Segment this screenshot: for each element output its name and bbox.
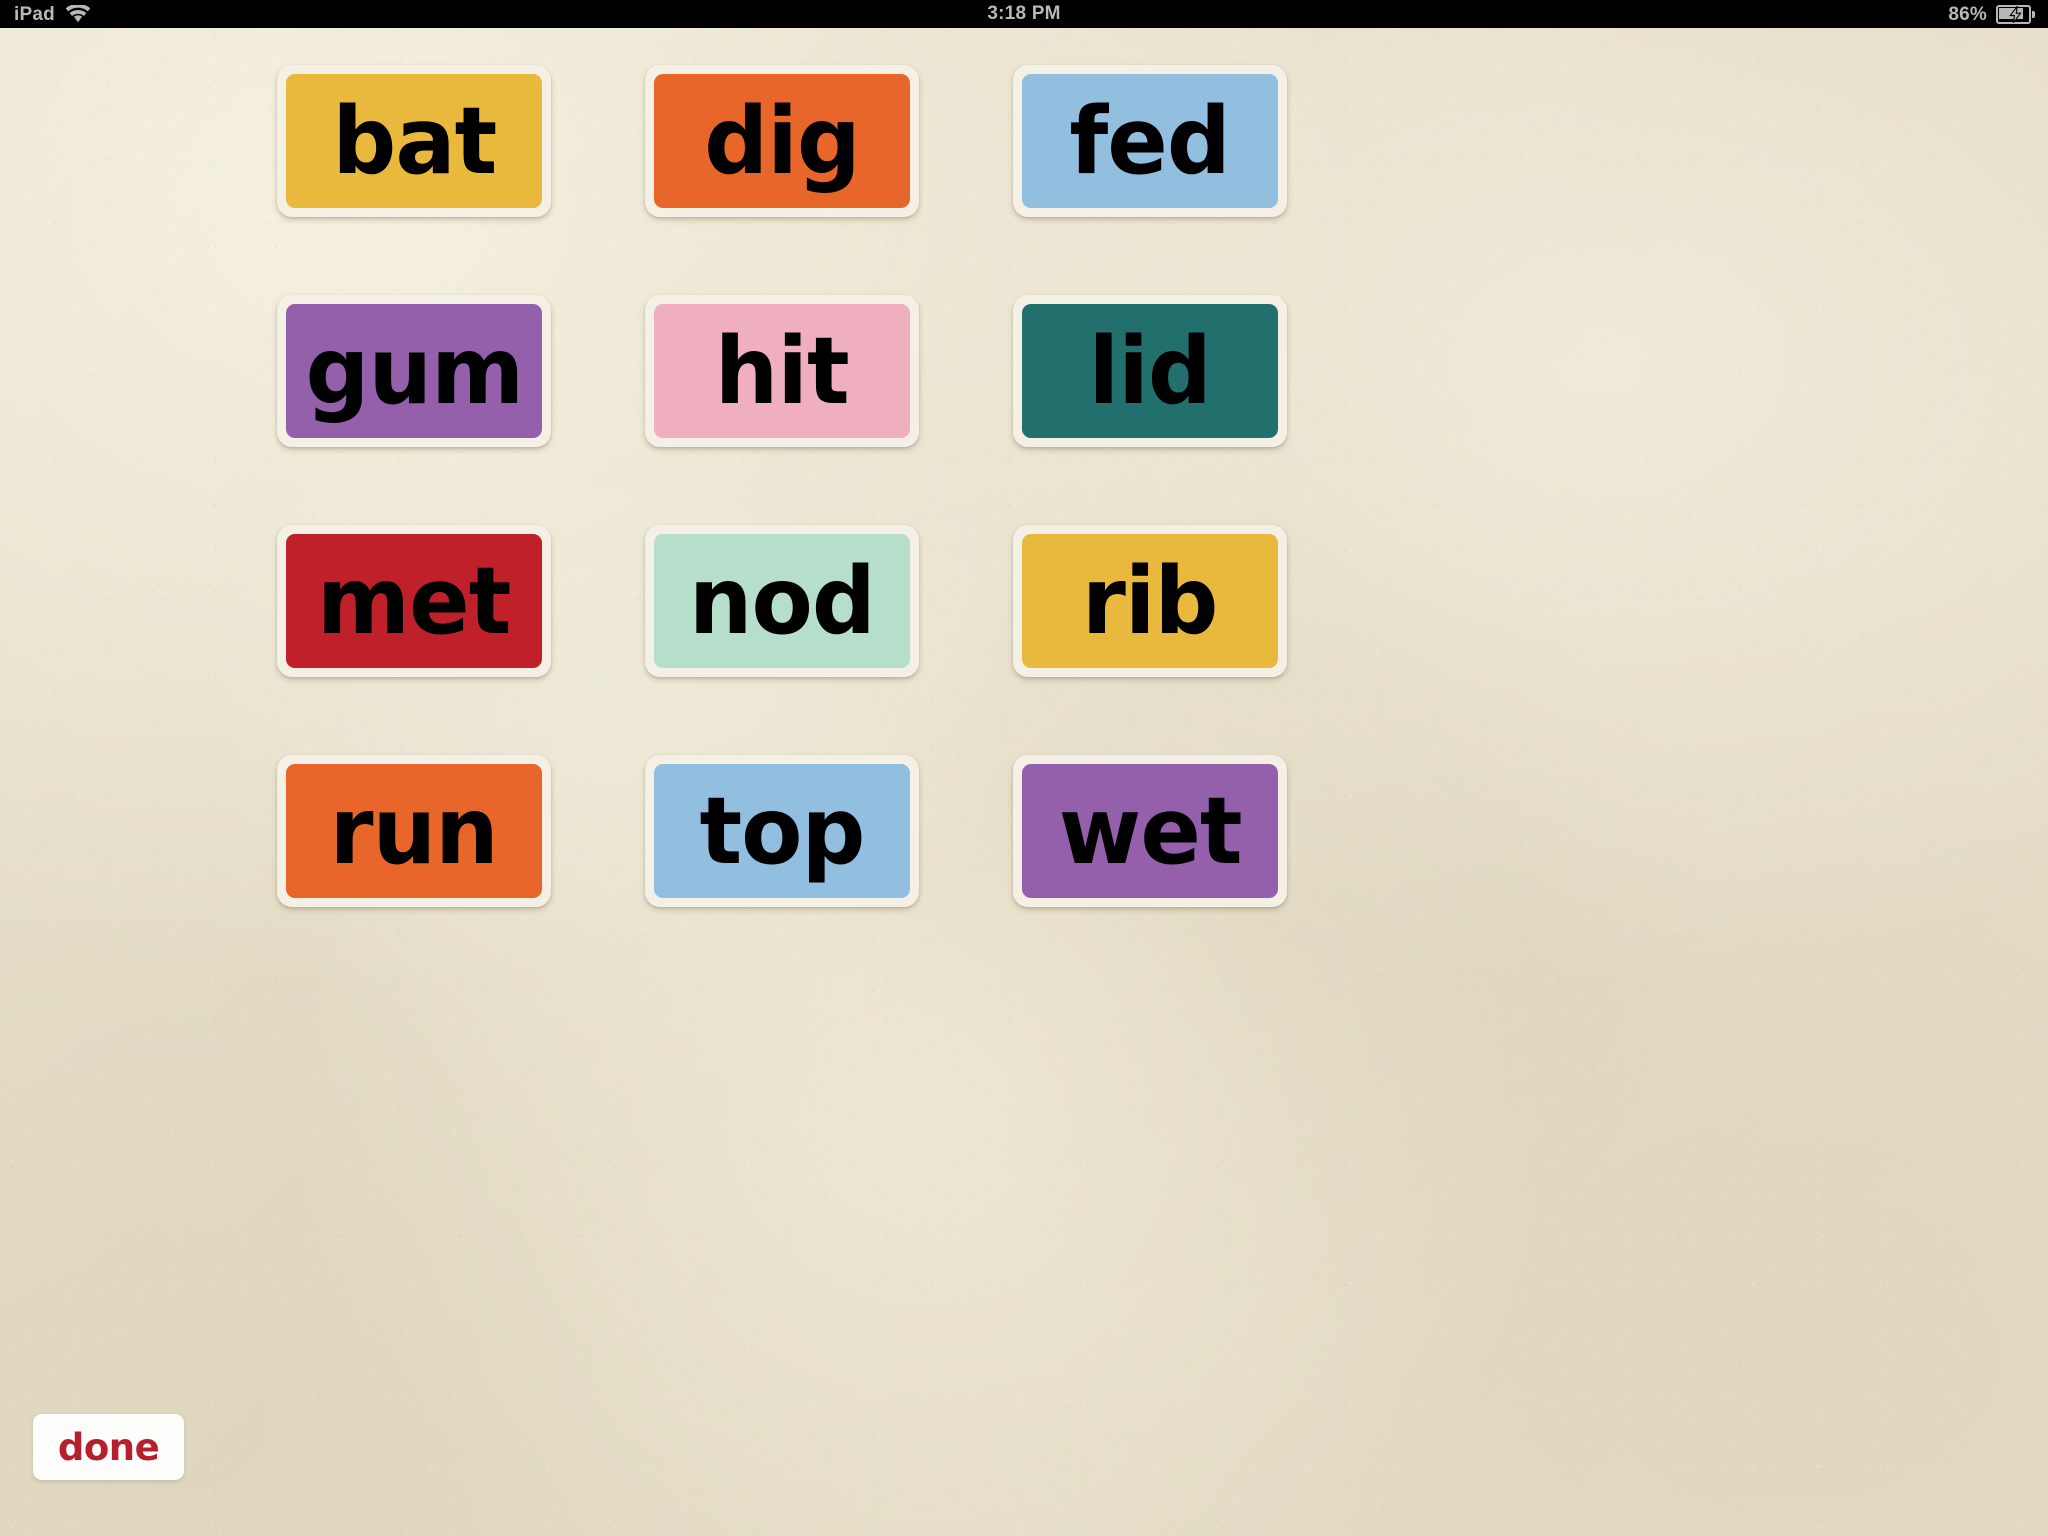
- word-tile-label: met: [317, 546, 511, 655]
- word-tile-gum[interactable]: gum: [277, 295, 551, 447]
- word-tile-label: wet: [1058, 776, 1243, 885]
- clock-time: 3:18 PM: [987, 3, 1061, 24]
- word-tile-face: rib: [1022, 534, 1278, 668]
- battery-percent-label: 86%: [1948, 3, 1987, 25]
- done-button[interactable]: done: [33, 1414, 184, 1480]
- word-tile-label: lid: [1088, 316, 1212, 425]
- word-tile-grid: bat dig fed gum hit lid met nod rib run top wet: [277, 65, 1288, 907]
- battery-charging-icon: [1996, 4, 2036, 24]
- lightning-bolt-icon: [2009, 5, 2022, 23]
- word-tile-label: hit: [715, 316, 850, 425]
- word-tile-nod[interactable]: nod: [645, 525, 919, 677]
- word-tile-face: nod: [654, 534, 910, 668]
- word-tile-face: gum: [286, 304, 542, 438]
- word-tile-rib[interactable]: rib: [1013, 525, 1287, 677]
- word-tile-met[interactable]: met: [277, 525, 551, 677]
- word-tile-face: wet: [1022, 764, 1278, 898]
- word-tile-label: rib: [1082, 546, 1219, 655]
- word-tile-dig[interactable]: dig: [645, 65, 919, 217]
- word-tile-face: bat: [286, 74, 542, 208]
- status-bar-right-group: 86%: [1948, 3, 2036, 25]
- word-tile-fed[interactable]: fed: [1013, 65, 1287, 217]
- word-tile-face: lid: [1022, 304, 1278, 438]
- word-tile-face: met: [286, 534, 542, 668]
- battery-terminal: [2032, 10, 2035, 18]
- word-tile-face: hit: [654, 304, 910, 438]
- word-tile-label: dig: [704, 86, 861, 195]
- status-bar: iPad 3:18 PM 86%: [0, 0, 2048, 28]
- word-tile-face: run: [286, 764, 542, 898]
- word-tile-wet[interactable]: wet: [1013, 755, 1287, 907]
- word-tile-top[interactable]: top: [645, 755, 919, 907]
- done-button-label: done: [57, 1425, 160, 1469]
- word-tile-label: bat: [332, 86, 497, 195]
- word-tile-label: nod: [689, 546, 876, 655]
- word-tile-bat[interactable]: bat: [277, 65, 551, 217]
- word-tile-label: gum: [305, 316, 524, 425]
- word-tile-label: run: [329, 776, 499, 885]
- word-tile-face: fed: [1022, 74, 1278, 208]
- word-tile-face: top: [654, 764, 910, 898]
- word-tile-label: top: [699, 776, 865, 885]
- word-tile-label: fed: [1069, 86, 1231, 195]
- word-tile-hit[interactable]: hit: [645, 295, 919, 447]
- status-bar-center-group: 3:18 PM: [0, 4, 2048, 24]
- word-tile-lid[interactable]: lid: [1013, 295, 1287, 447]
- word-tile-run[interactable]: run: [277, 755, 551, 907]
- word-tile-face: dig: [654, 74, 910, 208]
